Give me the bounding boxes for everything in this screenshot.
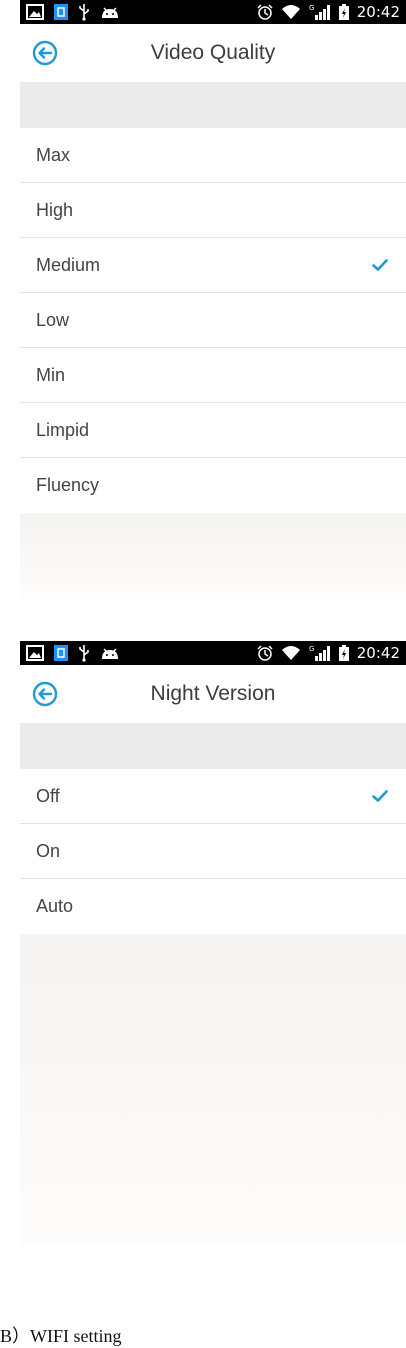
signal-icon: G <box>309 4 331 20</box>
wifi-icon <box>281 4 301 20</box>
section-caption: B）WIFI setting <box>0 1326 122 1346</box>
wifi-icon <box>281 645 301 661</box>
app-bar: Night Version <box>20 665 406 723</box>
video-quality-screen: G 20:42 Video Quality Max High Medium Lo… <box>20 0 406 600</box>
back-arrow-circle-icon[interactable] <box>30 38 60 68</box>
status-bar: G 20:42 <box>20 641 406 665</box>
back-arrow-circle-icon[interactable] <box>30 679 60 709</box>
status-bar: G 20:42 <box>20 0 406 24</box>
alarm-icon <box>257 645 273 661</box>
option-auto[interactable]: Auto <box>20 879 406 934</box>
option-low[interactable]: Low <box>20 293 406 348</box>
option-medium[interactable]: Medium <box>20 238 406 293</box>
option-label: Fluency <box>36 475 100 495</box>
checkmark-icon <box>370 786 390 806</box>
option-on[interactable]: On <box>20 824 406 879</box>
header-divider-band <box>20 82 406 128</box>
empty-area <box>20 513 406 598</box>
status-time: 20:42 <box>356 3 400 21</box>
option-label: Auto <box>36 896 74 916</box>
option-label: Limpid <box>36 419 90 440</box>
option-off[interactable]: Off <box>20 769 406 824</box>
usb-icon <box>78 3 90 21</box>
android-debug-icon <box>100 646 120 660</box>
option-label: On <box>36 840 61 861</box>
usb-icon <box>78 644 90 662</box>
option-label: Off <box>36 785 60 806</box>
network-type-label: G <box>309 4 314 12</box>
option-label: Low <box>36 309 70 330</box>
option-min[interactable]: Min <box>20 348 406 403</box>
option-label: High <box>36 199 74 220</box>
page-title: Video Quality <box>150 41 276 64</box>
option-label: Min <box>36 364 66 385</box>
page-title: Night Version <box>150 682 276 705</box>
android-debug-icon <box>100 5 120 19</box>
alarm-icon <box>257 4 273 20</box>
option-label: Medium <box>36 254 101 275</box>
header-divider-band <box>20 723 406 769</box>
status-time: 20:42 <box>356 644 400 662</box>
night-version-screen: G 20:42 Night Version Off On Auto <box>20 641 406 1256</box>
battery-charging-icon <box>338 645 349 661</box>
option-high[interactable]: High <box>20 183 406 238</box>
option-limpid[interactable]: Limpid <box>20 403 406 458</box>
checkmark-icon <box>370 255 390 275</box>
video-quality-options: Max High Medium Low Min Limpid Fluency <box>20 128 406 513</box>
empty-area <box>20 934 406 1246</box>
network-type-label: G <box>309 645 314 653</box>
signal-icon: G <box>309 645 331 661</box>
app-bar: Video Quality <box>20 24 406 82</box>
night-version-options: Off On Auto <box>20 769 406 934</box>
image-notification-icon <box>26 4 44 20</box>
battery-charging-icon <box>338 4 349 20</box>
image-notification-icon <box>26 645 44 661</box>
option-label: Max <box>36 144 71 165</box>
app-notification-icon <box>54 4 68 20</box>
option-fluency[interactable]: Fluency <box>20 458 406 513</box>
option-max[interactable]: Max <box>20 128 406 183</box>
app-notification-icon <box>54 645 68 661</box>
